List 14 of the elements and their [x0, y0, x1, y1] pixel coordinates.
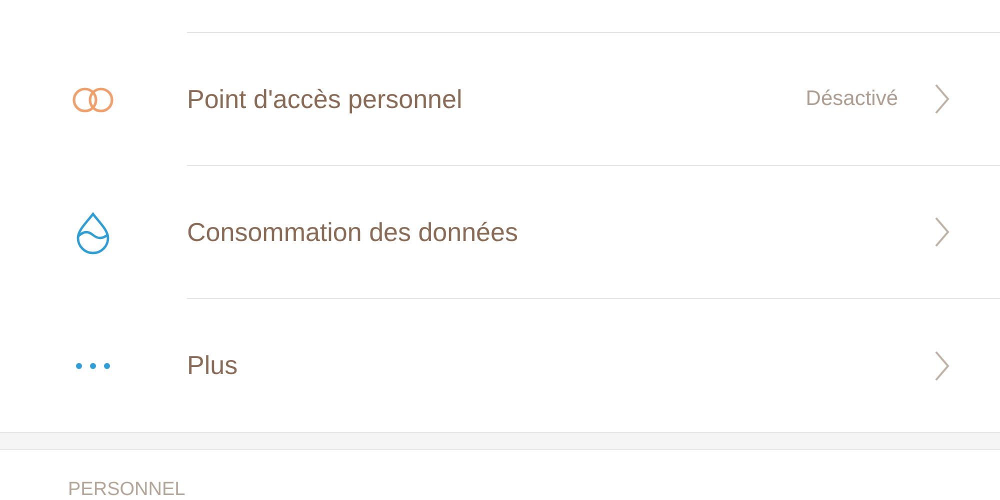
more-dots-icon [74, 362, 110, 370]
chevron-right-icon [934, 83, 950, 115]
section-header: PERSONNEL [68, 480, 186, 499]
water-drop-icon [74, 210, 110, 254]
chevron-right-icon [934, 216, 950, 248]
settings-row[interactable]: Plus [0, 299, 1000, 432]
settings-row[interactable]: Point d'accès personnel Désactivé [0, 33, 1000, 166]
item-label: Consommation des données [187, 216, 519, 248]
linked-rings-icon [70, 86, 114, 114]
settings-row[interactable]: Consommation des données [0, 166, 1000, 299]
item-value: Désactivé [806, 86, 898, 112]
item-label: Plus [187, 349, 239, 382]
item-label: Point d'accès personnel [187, 82, 464, 116]
chevron-right-icon [934, 350, 950, 382]
